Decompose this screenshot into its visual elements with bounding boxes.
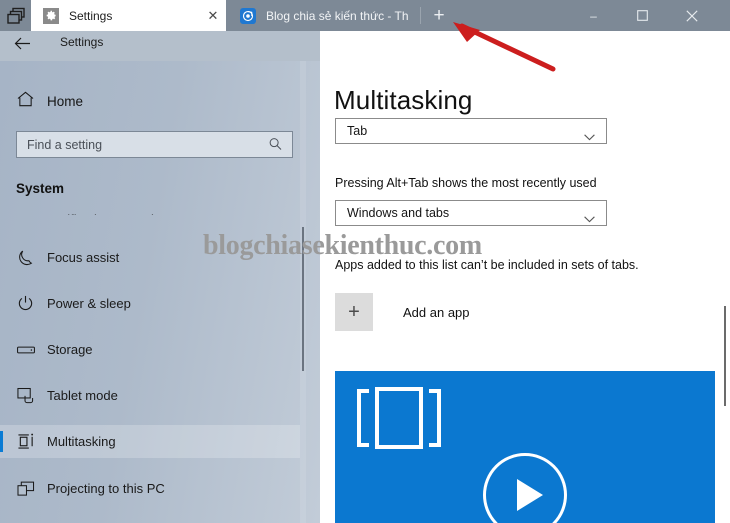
sets-tabs-icon xyxy=(355,387,443,449)
settings-window: Settings ✕ Blog chia sẻ kiến thức - Th +… xyxy=(0,0,730,523)
new-tab-button[interactable]: + xyxy=(424,2,454,29)
main-content: Multitasking Tab Pressing Alt+Tab shows … xyxy=(320,31,730,523)
play-button-icon[interactable] xyxy=(483,453,567,523)
close-window-button[interactable] xyxy=(669,0,714,31)
breadcrumb: Settings xyxy=(60,35,104,49)
minimize-button[interactable]: – xyxy=(571,0,616,31)
tab-blog[interactable]: Blog chia sẻ kiến thức - Th xyxy=(228,0,418,31)
add-app-row[interactable]: + Add an app xyxy=(335,293,470,331)
sidebar-item-label: Tablet mode xyxy=(47,388,118,403)
back-button[interactable] xyxy=(12,37,32,55)
sidebar-item-tablet-mode[interactable]: Tablet mode xyxy=(0,379,300,412)
sidebar-item-multitasking[interactable]: Multitasking xyxy=(0,425,300,458)
chevron-down-icon xyxy=(584,210,595,222)
dropdown-value: Tab xyxy=(347,124,368,138)
tab-behavior-dropdown[interactable]: Tab xyxy=(335,118,607,144)
alt-tab-description: Pressing Alt+Tab shows the most recently… xyxy=(335,176,597,190)
multitasking-icon xyxy=(17,433,41,450)
tab-separator xyxy=(420,7,421,24)
breadcrumb-bar xyxy=(0,31,320,61)
sets-video-card[interactable] xyxy=(335,371,715,523)
watermark-text: blogchiasekienthuc.com xyxy=(203,230,482,261)
tab-title: Blog chia sẻ kiến thức - Th xyxy=(266,8,409,23)
search-placeholder: Find a setting xyxy=(27,137,103,152)
sidebar-item-label: Notifications & actions xyxy=(47,212,175,215)
search-icon xyxy=(266,134,287,155)
stacked-windows-icon[interactable] xyxy=(7,5,29,27)
play-triangle xyxy=(516,479,543,511)
home-icon xyxy=(17,91,41,112)
search-input[interactable]: Find a setting xyxy=(16,131,293,158)
selected-item-indicator xyxy=(0,431,3,452)
storage-icon xyxy=(17,344,41,356)
tab-title: Settings xyxy=(69,8,113,23)
alt-tab-dropdown[interactable]: Windows and tabs xyxy=(335,200,607,226)
moon-icon xyxy=(17,249,41,266)
edge-browser-icon xyxy=(240,7,256,24)
title-bar: Settings ✕ Blog chia sẻ kiến thức - Th +… xyxy=(0,0,730,31)
settings-gear-icon xyxy=(43,7,59,24)
sidebar: Home Find a setting System Notifications… xyxy=(0,61,320,523)
sidebar-item-label: Home xyxy=(47,93,84,109)
maximize-button[interactable] xyxy=(620,0,665,31)
sidebar-item-label: Multitasking xyxy=(47,434,116,449)
sidebar-item-projecting[interactable]: Projecting to this PC xyxy=(0,472,300,505)
sidebar-item-home[interactable]: Home xyxy=(0,85,300,117)
sidebar-item-notifications[interactable]: Notifications & actions xyxy=(0,191,300,215)
close-icon[interactable]: ✕ xyxy=(200,0,226,31)
sidebar-item-label: Focus assist xyxy=(47,250,120,265)
page-title: Multitasking xyxy=(334,85,473,115)
sidebar-item-storage[interactable]: Storage xyxy=(0,333,300,366)
plus-icon[interactable]: + xyxy=(335,293,373,331)
main-scrollbar-thumb[interactable] xyxy=(724,306,726,406)
add-app-label: Add an app xyxy=(403,304,470,320)
projecting-icon xyxy=(17,481,41,497)
sidebar-item-label: Power & sleep xyxy=(47,296,131,311)
sidebar-item-label: Projecting to this PC xyxy=(47,481,165,496)
dropdown-value: Windows and tabs xyxy=(347,206,450,220)
chevron-down-icon xyxy=(584,128,595,140)
power-icon xyxy=(17,295,41,312)
tablet-icon xyxy=(17,387,41,404)
tab-settings[interactable]: Settings ✕ xyxy=(31,0,226,31)
bell-icon xyxy=(17,211,41,215)
sidebar-item-label: Storage xyxy=(47,342,93,357)
sidebar-item-power-sleep[interactable]: Power & sleep xyxy=(0,287,300,320)
